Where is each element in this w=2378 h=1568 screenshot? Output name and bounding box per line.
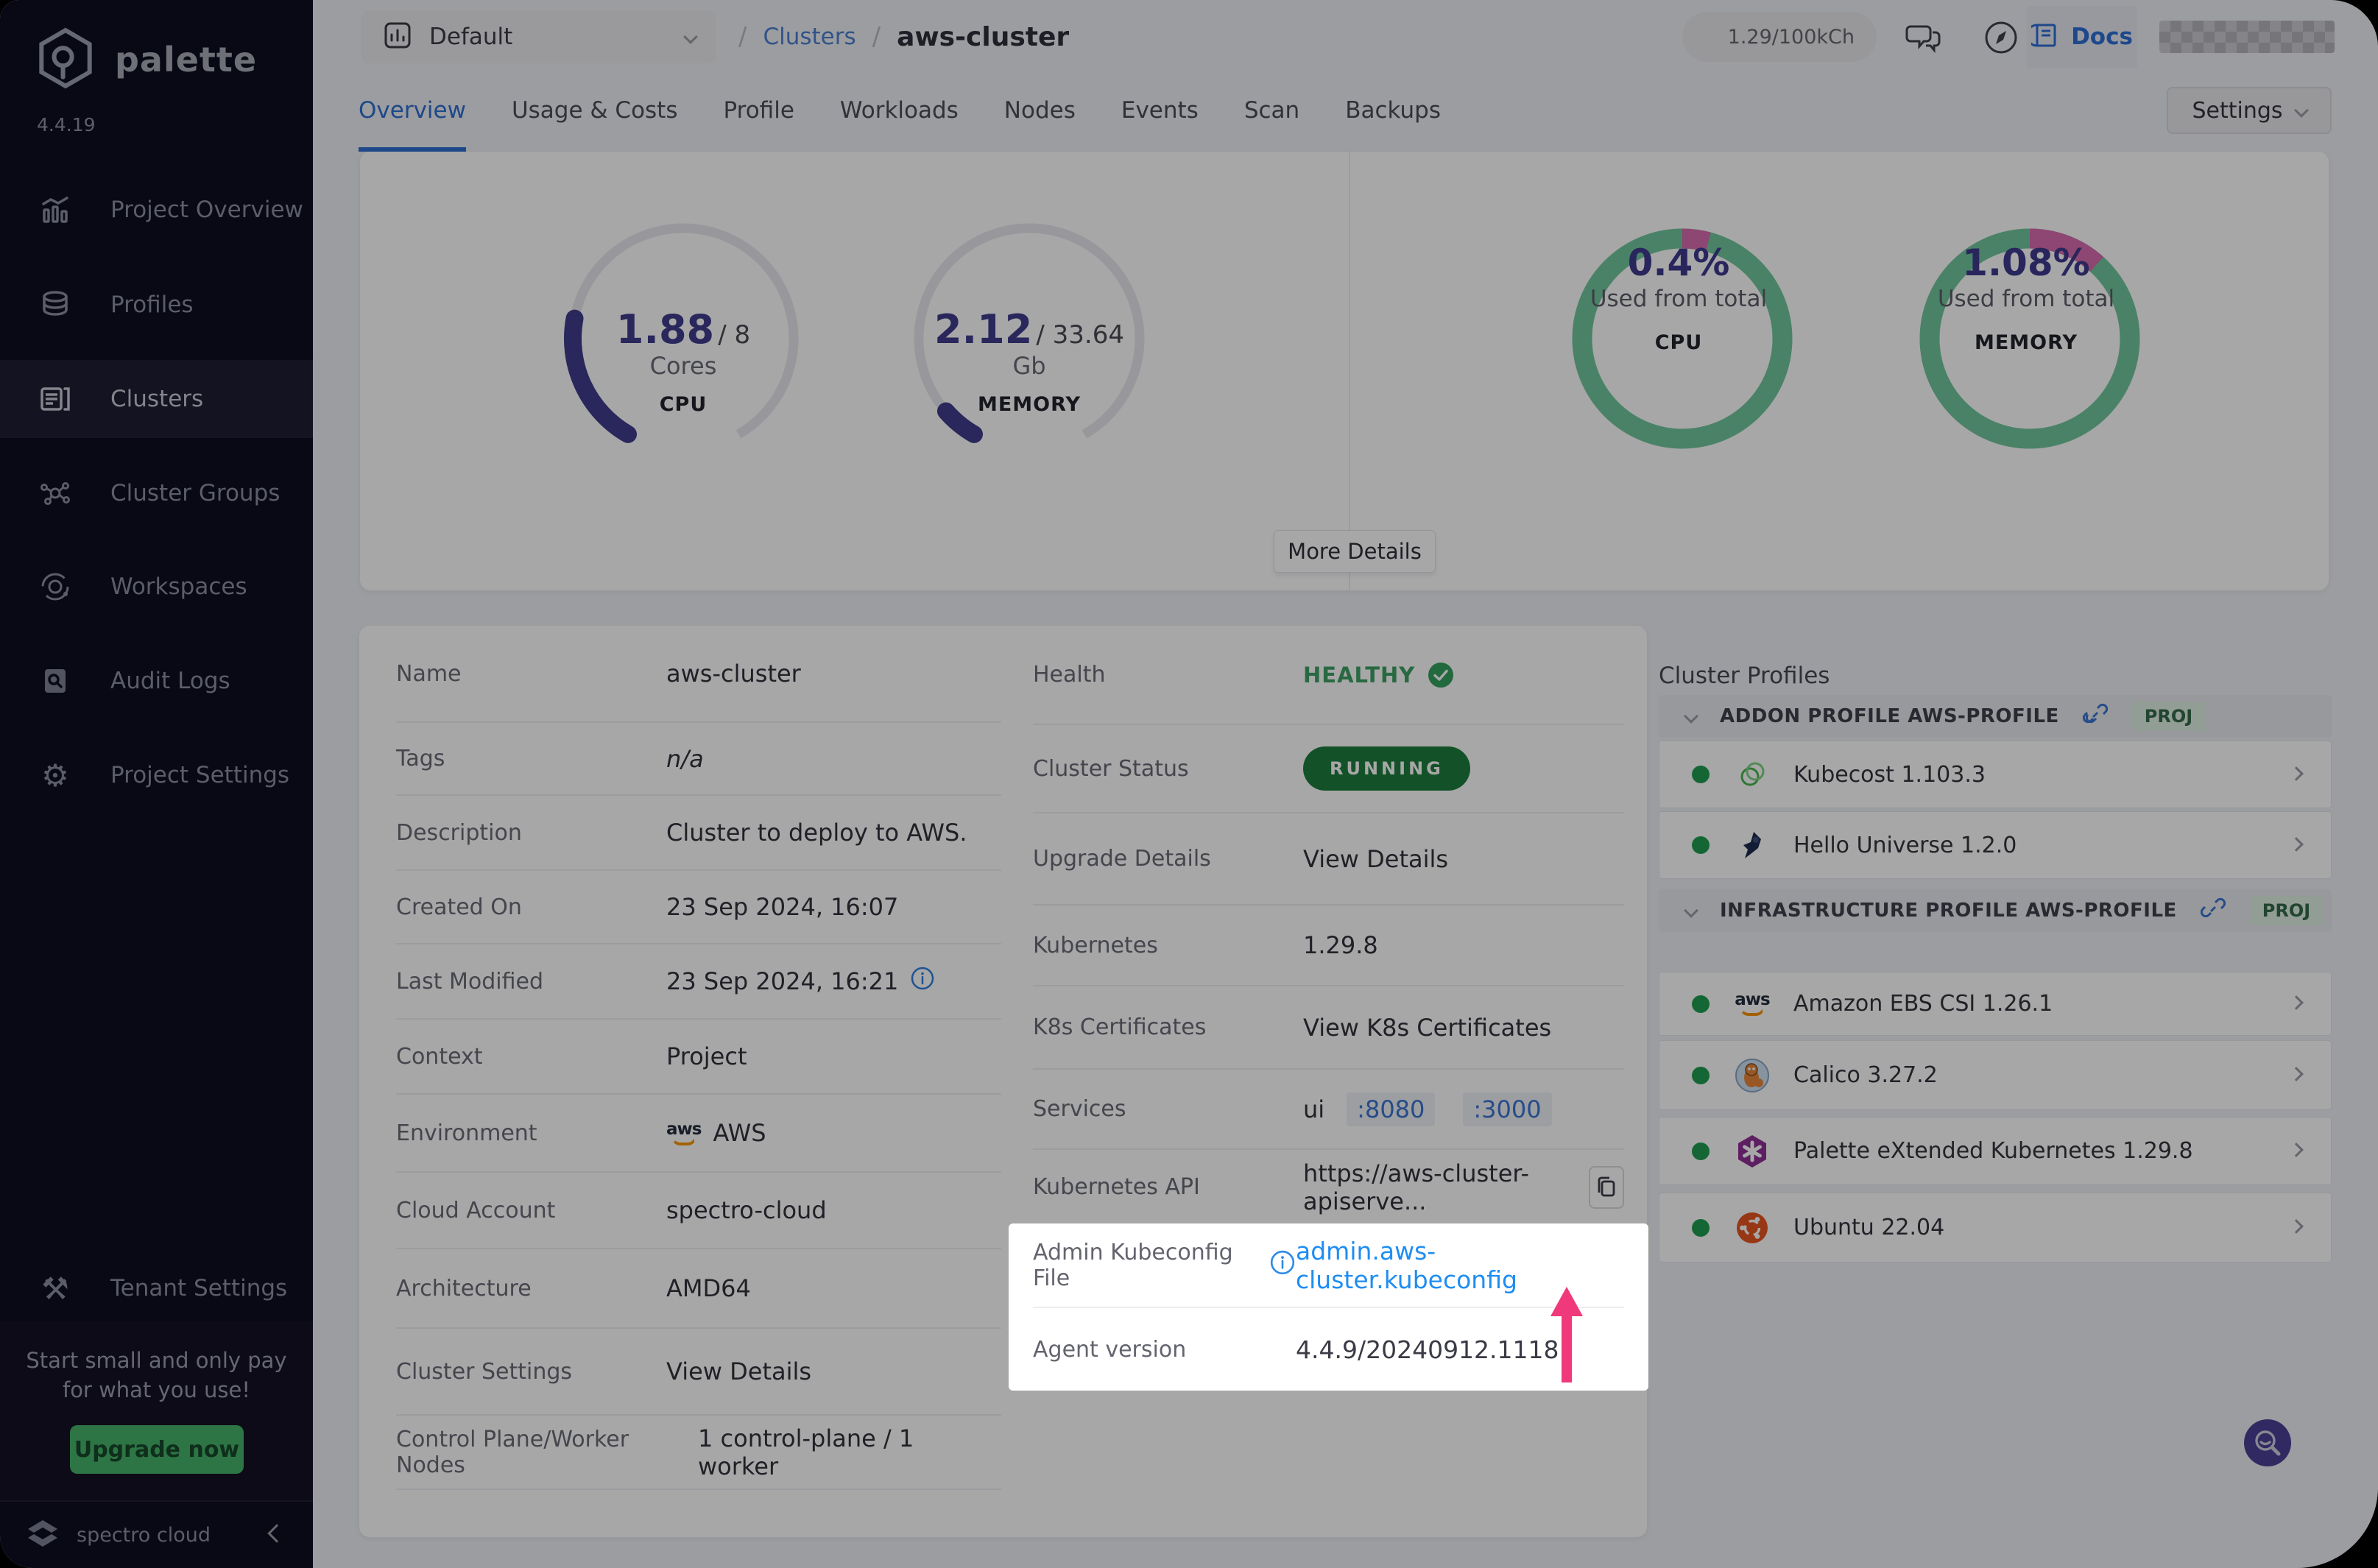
annotation-arrow-icon — [1550, 1287, 1584, 1385]
admin-kubeconfig-download-link[interactable]: admin.aws-cluster.kubeconfig — [1296, 1237, 1624, 1294]
info-icon[interactable] — [1269, 1249, 1296, 1282]
palette-app-window: palette 4.4.19 Project Overview Profiles… — [0, 0, 2378, 1568]
